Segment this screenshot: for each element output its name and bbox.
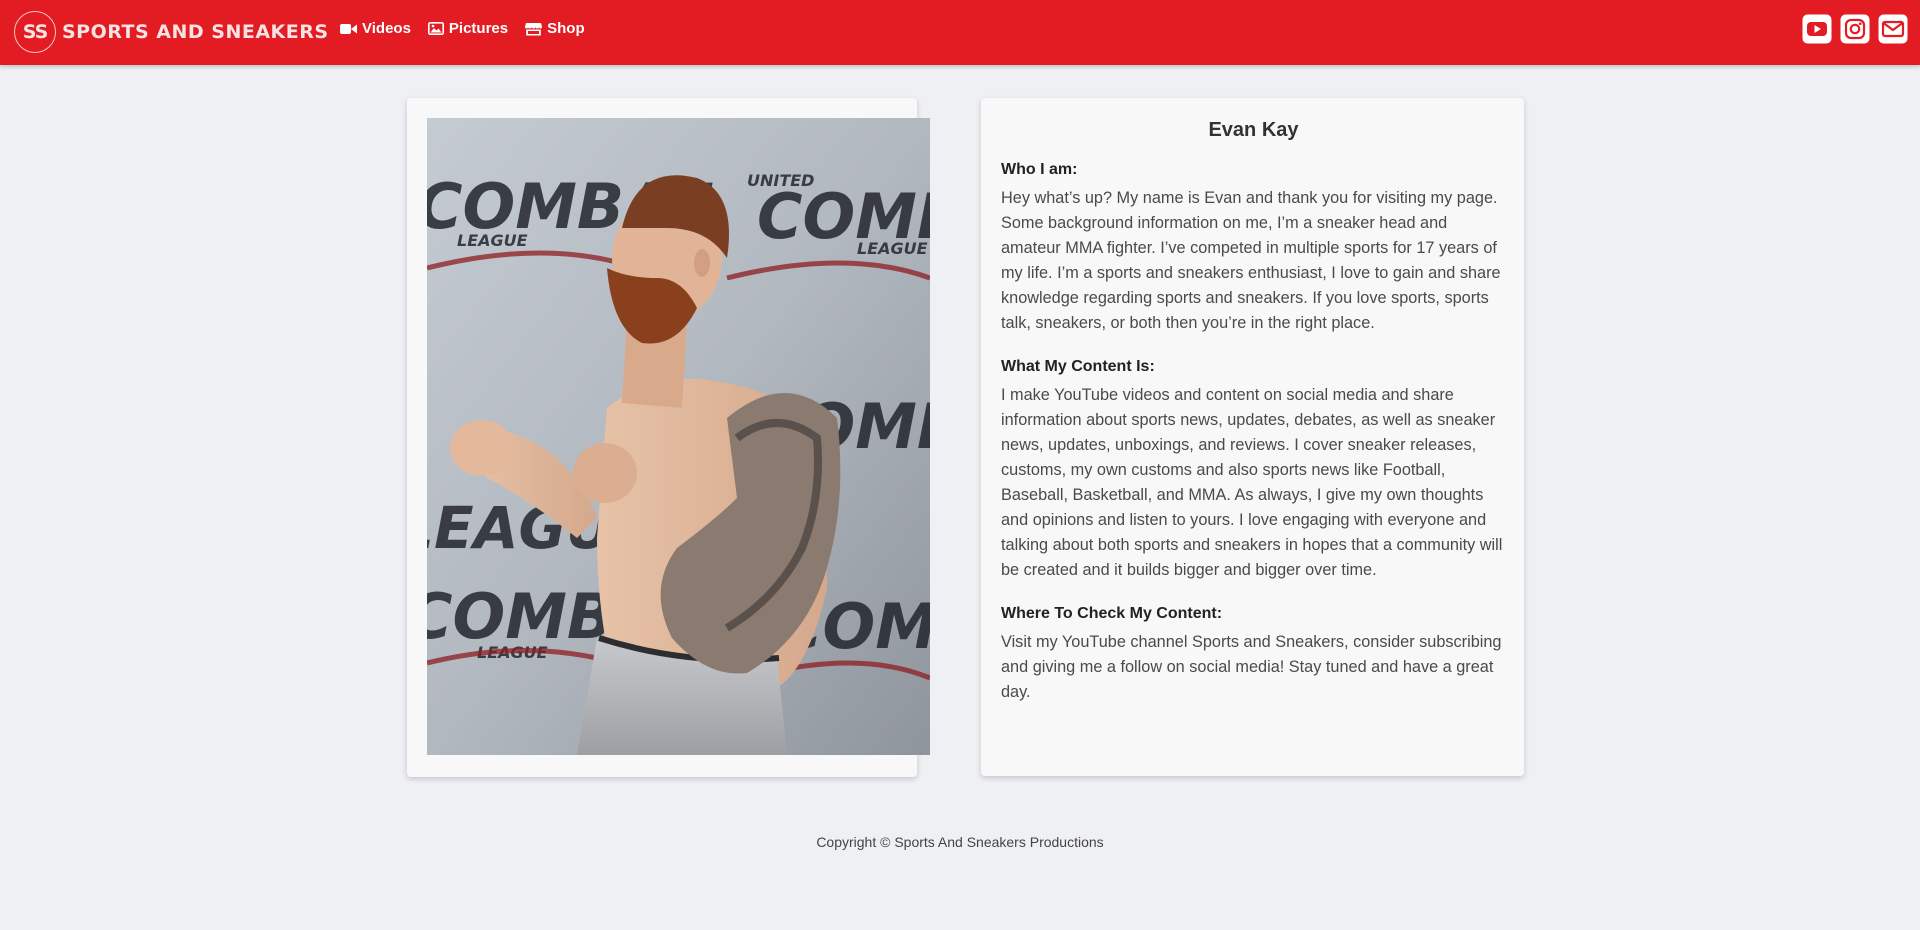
email-link[interactable] bbox=[1878, 14, 1908, 44]
video-camera-icon bbox=[340, 23, 357, 34]
image-icon bbox=[427, 22, 444, 35]
youtube-icon bbox=[1802, 14, 1832, 44]
brand-name: SPORTS AND SNEAKERS bbox=[62, 21, 329, 43]
backdrop-word: LEAGUE bbox=[857, 239, 928, 258]
nav-item-label: Shop bbox=[547, 20, 585, 37]
bio-content: Evan Kay Who I am: Hey what’s up? My nam… bbox=[1001, 118, 1506, 726]
backdrop-word: UNITED bbox=[747, 171, 814, 190]
section-heading-content: What My Content Is: bbox=[1001, 358, 1155, 375]
store-icon bbox=[525, 22, 543, 35]
section-text-content: I make YouTube videos and content on soc… bbox=[1001, 386, 1503, 579]
nav-item-label: Pictures bbox=[448, 20, 509, 37]
section-heading-where-to-check: Where To Check My Content: bbox=[1001, 605, 1223, 622]
profile-photo: COMBAT COMBAT LEAGUE LEAGUE UNITED COMBA… bbox=[427, 118, 930, 755]
nav-item-videos[interactable]: Videos bbox=[340, 20, 411, 37]
nav-item-label: Videos bbox=[362, 20, 411, 37]
footer-copyright: Copyright © Sports And Sneakers Producti… bbox=[816, 834, 1104, 850]
brand-home-link[interactable]: SS SPORTS AND SNEAKERS bbox=[14, 10, 329, 54]
nav-item-shop[interactable]: Shop bbox=[525, 20, 585, 37]
navbar: SS SPORTS AND SNEAKERS Videos Pictures S… bbox=[0, 0, 1920, 65]
section-heading-who-i-am: Who I am: bbox=[1001, 161, 1078, 178]
section-text-who-i-am: Hey what’s up? My name is Evan and thank… bbox=[1001, 189, 1501, 332]
nav-links: Videos Pictures Shop bbox=[340, 20, 602, 37]
section-text-where-to-check: Visit my YouTube channel Sports and Snea… bbox=[1001, 633, 1502, 701]
fighter-photo-image: COMBAT COMBAT LEAGUE LEAGUE UNITED COMBA… bbox=[427, 118, 930, 755]
youtube-link[interactable] bbox=[1802, 14, 1832, 44]
nav-item-pictures[interactable]: Pictures bbox=[427, 20, 509, 37]
brand-logo: SS bbox=[14, 11, 56, 53]
instagram-link[interactable] bbox=[1840, 14, 1870, 44]
profile-name: Evan Kay bbox=[1208, 119, 1299, 141]
bio-card: Evan Kay Who I am: Hey what’s up? My nam… bbox=[981, 98, 1524, 776]
envelope-icon bbox=[1878, 14, 1908, 44]
brand-logo-text: SS bbox=[22, 21, 48, 43]
photo-card: COMBAT COMBAT LEAGUE LEAGUE UNITED COMBA… bbox=[407, 98, 930, 777]
backdrop-word: LEAGUE bbox=[457, 231, 528, 250]
social-links bbox=[1794, 14, 1908, 44]
instagram-icon bbox=[1840, 14, 1870, 44]
